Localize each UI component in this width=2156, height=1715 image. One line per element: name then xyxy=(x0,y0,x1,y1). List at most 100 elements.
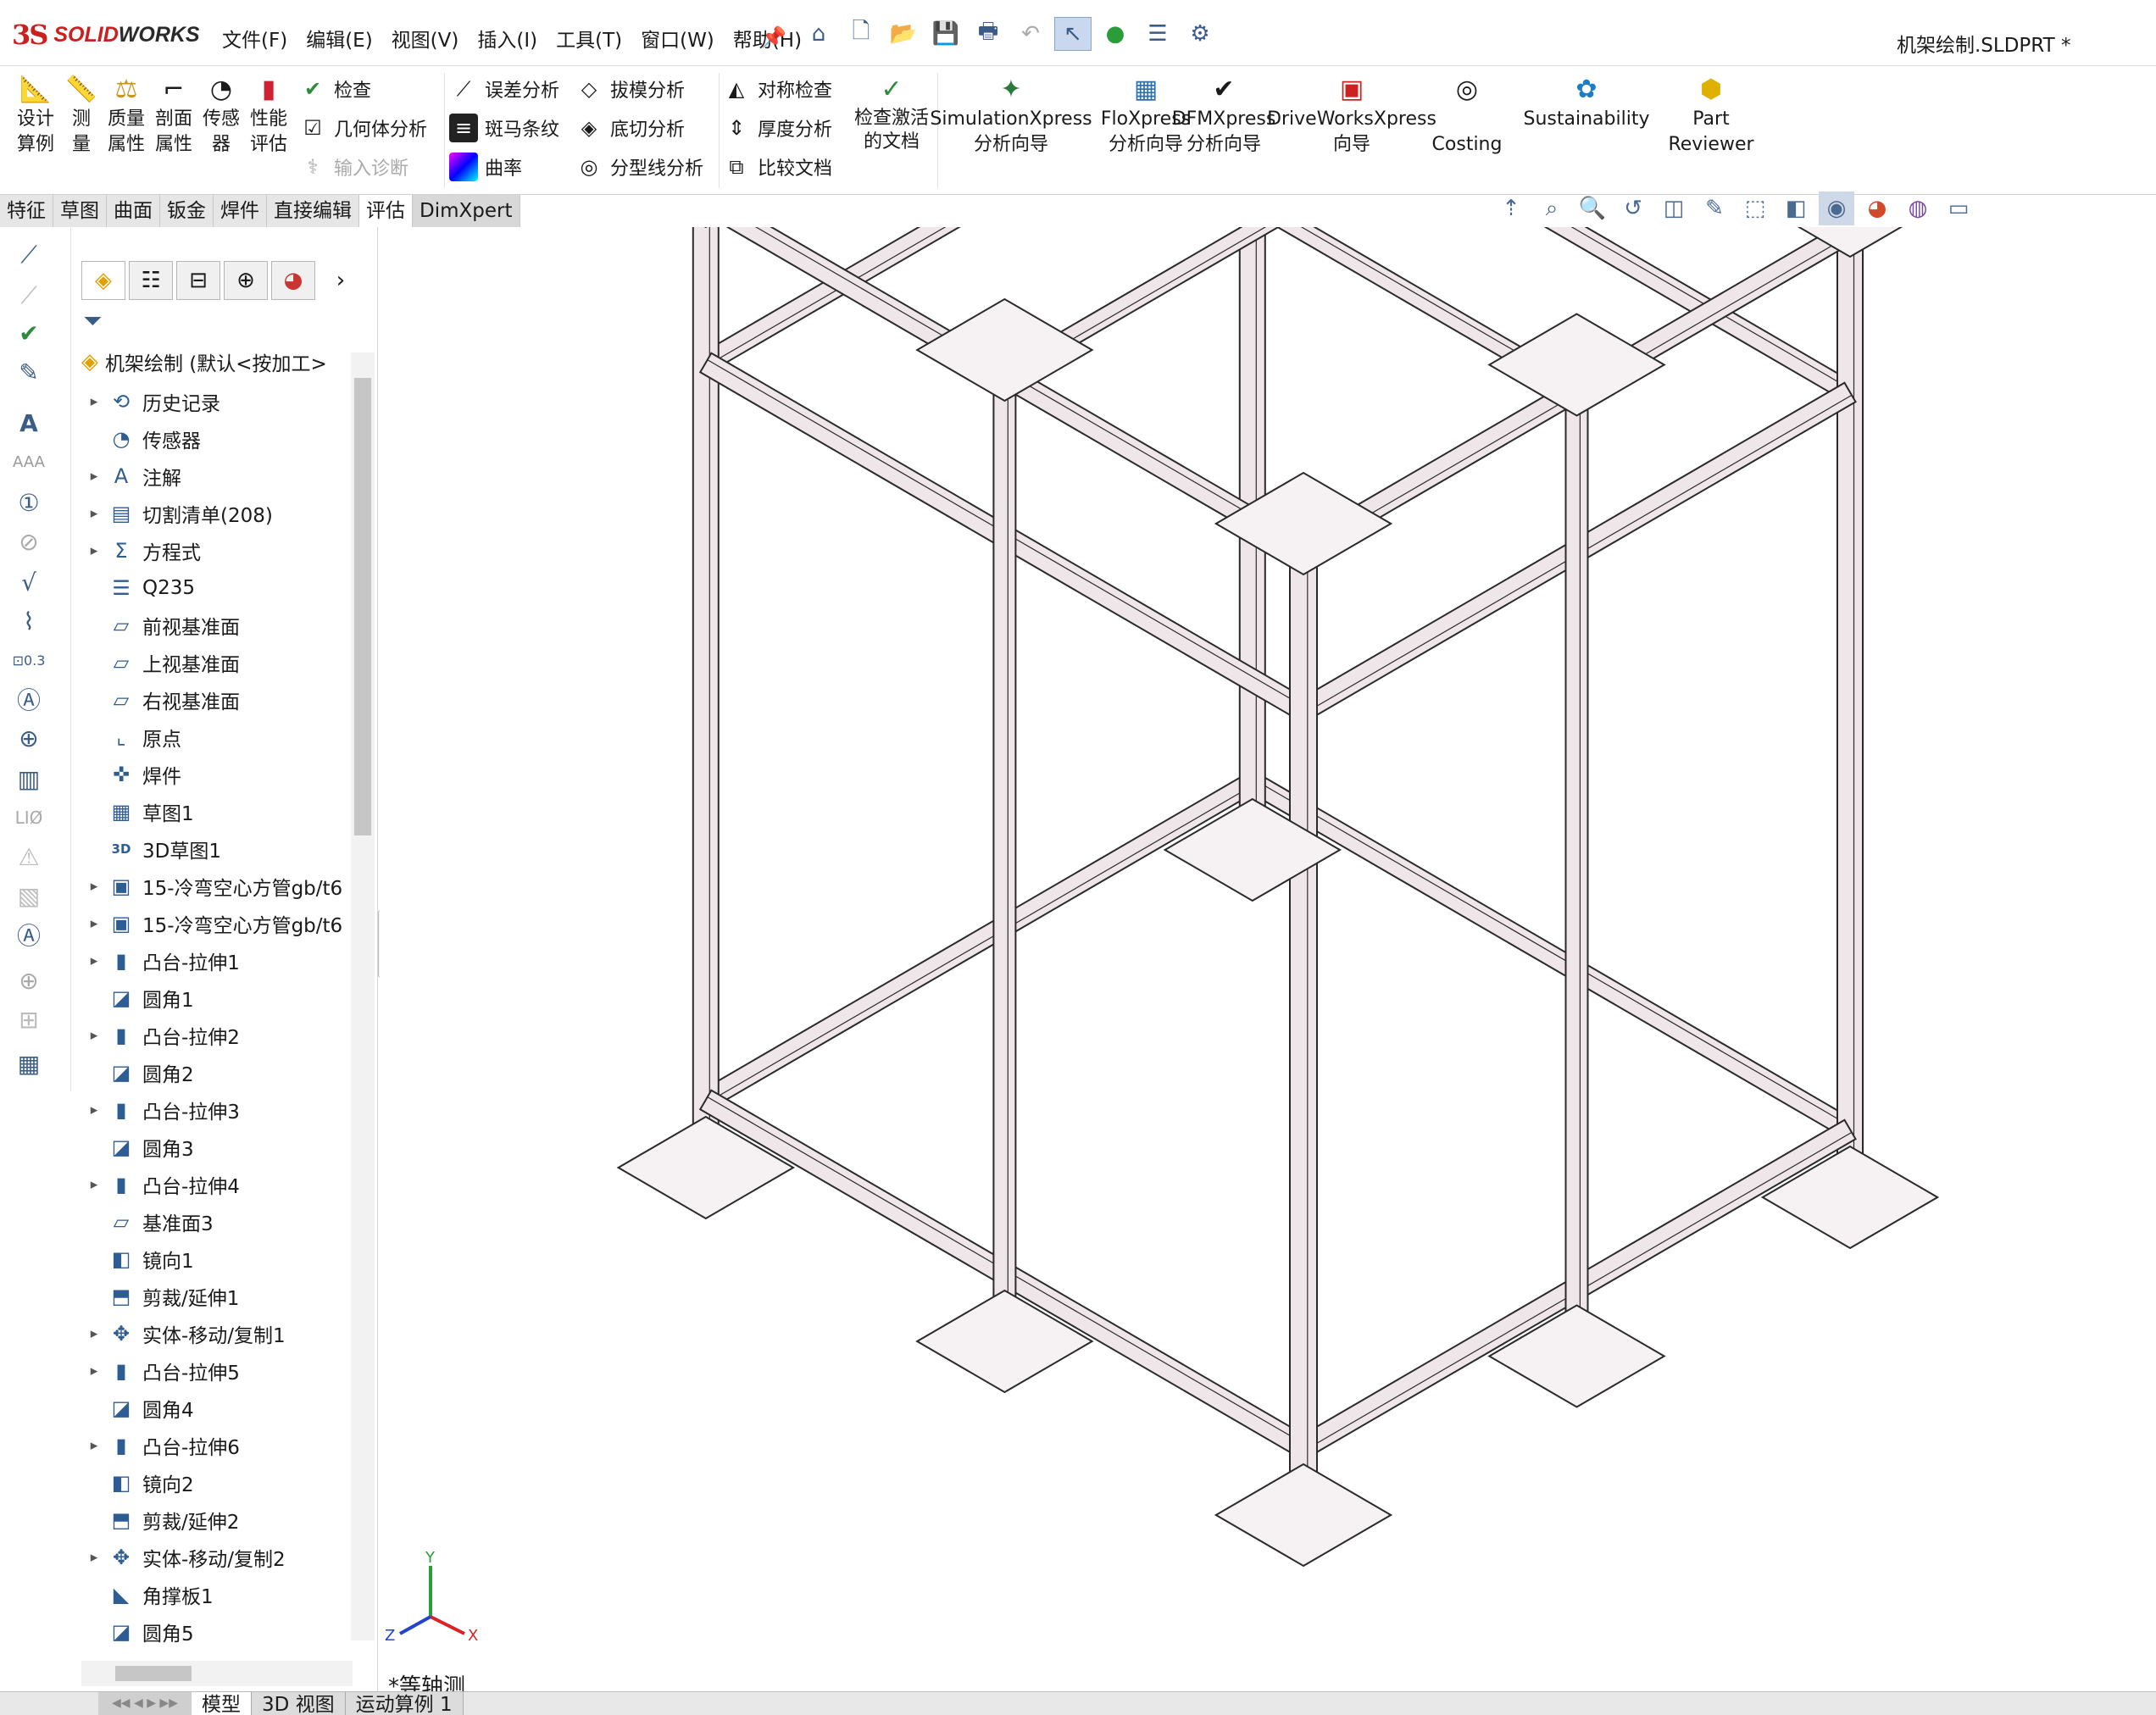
tab-motion-study[interactable]: 运动算例 1 xyxy=(345,1692,464,1715)
beam-back-bottom-edge[interactable] xyxy=(707,784,1254,1103)
view-settings-icon[interactable]: ▭ xyxy=(1941,191,1976,225)
beam-top-cross-edge[interactable] xyxy=(1005,227,1553,379)
undo-icon[interactable]: ↶ xyxy=(1012,17,1049,51)
top-plate[interactable] xyxy=(1487,313,1666,417)
tree-item[interactable]: ◧ 镜向1 xyxy=(81,1240,194,1278)
tree-item[interactable]: ◧ 镜向2 xyxy=(81,1464,194,1501)
check-button[interactable]: ✔ 检查 xyxy=(298,73,371,105)
tree-item[interactable]: ▸ ▮ 凸台-拉伸5 xyxy=(81,1352,240,1390)
note-icon[interactable]: A xyxy=(8,405,49,441)
datum-target-icon[interactable]: ⊕ xyxy=(8,720,49,756)
home-icon[interactable]: ⌂ xyxy=(800,17,837,51)
weld-symbol-icon[interactable]: ⌇ xyxy=(8,603,49,639)
save-icon[interactable]: 💾 xyxy=(927,17,964,51)
tab-sketch[interactable]: 草图 xyxy=(53,195,107,227)
tree-item[interactable]: ⬒ 剪裁/延伸2 xyxy=(81,1501,240,1539)
top-plate[interactable] xyxy=(915,297,1094,402)
tree-root[interactable]: ◈ 机架绘制 (默认<按加工> xyxy=(81,347,353,376)
tree-item[interactable]: ◣ 角撑板1 xyxy=(81,1576,214,1613)
tree-item[interactable]: ◪ 圆角2 xyxy=(81,1054,194,1091)
tree-item[interactable]: ◪ 圆角1 xyxy=(81,980,194,1017)
print-icon[interactable]: 🖶 xyxy=(970,17,1007,51)
expand-arrow-icon[interactable]: ▸ xyxy=(81,1176,107,1193)
post-B[interactable] xyxy=(1836,227,1864,1173)
tree-item[interactable]: ▸ Σ 方程式 xyxy=(81,532,201,569)
tab-evaluate[interactable]: 评估 xyxy=(359,195,413,227)
tree-horizontal-scrollbar[interactable] xyxy=(81,1661,353,1686)
expand-arrow-icon[interactable]: ▸ xyxy=(81,1027,107,1044)
tab-weldments[interactable]: 焊件 xyxy=(214,195,267,227)
tree-item[interactable]: ☰ Q235 xyxy=(81,569,195,607)
expand-arrow-icon[interactable]: ▸ xyxy=(81,952,107,969)
tree-item[interactable]: ⬒ 剪裁/延伸1 xyxy=(81,1278,240,1315)
tab-model[interactable]: 模型 xyxy=(192,1692,252,1715)
post-front-middle[interactable] xyxy=(1564,389,1589,1332)
simulationxpress-button[interactable]: ✦ SimulationXpress 分析向导 xyxy=(930,73,1092,158)
menu-tools[interactable]: 工具(T) xyxy=(553,22,625,54)
top-plate[interactable] xyxy=(1763,227,1937,258)
undercut-analysis-button[interactable]: ◈ 底切分析 xyxy=(575,112,685,144)
expand-arrow-icon[interactable]: ▸ xyxy=(81,915,107,932)
draft-analysis-button[interactable]: ◇ 拔模分析 xyxy=(575,73,685,105)
expand-arrow-icon[interactable]: ▸ xyxy=(81,1549,107,1566)
expand-arrow-icon[interactable]: ▸ xyxy=(81,878,107,895)
previous-view-icon[interactable]: ↺ xyxy=(1615,191,1651,225)
section-properties-button[interactable]: ⌐ 剖面 属性 xyxy=(151,73,197,158)
format-painter-icon[interactable]: ✎ xyxy=(8,354,49,390)
tree-item[interactable]: ▦ 草图1 xyxy=(81,793,194,830)
dimxpert-manager-tab-icon[interactable]: ⊕ xyxy=(224,261,268,300)
tree-item[interactable]: ◔ 传感器 xyxy=(81,420,201,458)
filter-icon[interactable]: ⏷ xyxy=(83,307,108,336)
menu-edit[interactable]: 编辑(E) xyxy=(303,22,375,54)
tree-item[interactable]: ▸ ✥ 实体-移动/复制2 xyxy=(81,1539,286,1576)
triad-x-axis[interactable] xyxy=(430,1615,465,1635)
view-selector-icon[interactable]: ⬚ xyxy=(1737,191,1773,225)
expand-arrow-icon[interactable]: ▸ xyxy=(81,505,107,522)
select-icon[interactable]: ↖ xyxy=(1054,17,1092,51)
menu-file[interactable]: 文件(F) xyxy=(219,22,291,54)
tree-item[interactable]: ▸ ⟲ 历史记录 xyxy=(81,383,220,420)
display-manager-tab-icon[interactable]: ◕ xyxy=(271,261,315,300)
apply-scene-icon[interactable]: ◍ xyxy=(1900,191,1936,225)
tree-item[interactable]: ▸ ▮ 凸台-拉伸4 xyxy=(81,1166,240,1203)
check-active-document-button[interactable]: ✓ 检查激活 的文档 xyxy=(851,73,932,154)
view-orientation-icon[interactable]: ⇡ xyxy=(1493,191,1529,225)
expand-arrow-icon[interactable]: ▸ xyxy=(81,542,107,559)
menu-window[interactable]: 窗口(W) xyxy=(637,22,718,54)
tree-item[interactable]: ▱ 右视基准面 xyxy=(81,681,240,719)
tree-item[interactable]: ▱ 前视基准面 xyxy=(81,607,240,644)
tree-item[interactable]: ◪ 圆角3 xyxy=(81,1129,194,1166)
zoom-to-fit-icon[interactable]: ⌕ xyxy=(1534,191,1570,225)
post-A[interactable] xyxy=(1289,531,1318,1490)
tree-item[interactable]: ▸ ▮ 凸台-拉伸3 xyxy=(81,1091,240,1129)
surface-finish-icon[interactable]: √ xyxy=(8,564,49,600)
driveworksxpress-button[interactable]: ▣ DriveWorksXpress 向导 xyxy=(1267,73,1436,158)
post-left-middle[interactable] xyxy=(992,375,1017,1317)
hide-show-items-icon[interactable]: ◉ xyxy=(1819,191,1854,225)
hole-callout-icon[interactable]: ⊡0.3 xyxy=(8,642,49,678)
beam-top-center-edge[interactable] xyxy=(981,227,1579,389)
solidworks-logo[interactable]: 3S SOLIDWORKS xyxy=(12,15,202,54)
configuration-manager-tab-icon[interactable]: ⊟ xyxy=(176,261,220,300)
options-list-icon[interactable]: ☰ xyxy=(1139,17,1176,51)
tree-item[interactable]: ⌞ 原点 xyxy=(81,719,181,756)
tree-item[interactable]: ✜ 焊件 xyxy=(81,756,181,793)
deviation-analysis-button[interactable]: ⟋ 误差分析 xyxy=(449,73,559,105)
tree-item[interactable]: ▸ ▮ 凸台-拉伸2 xyxy=(81,1017,240,1054)
linear-note-pattern-icon[interactable]: AAA xyxy=(8,444,49,480)
beam-top-center[interactable] xyxy=(975,227,1583,400)
menu-view[interactable]: 视图(V) xyxy=(388,22,463,54)
beam-top-cross[interactable] xyxy=(998,227,1556,385)
expand-arrow-icon[interactable]: ▸ xyxy=(81,1437,107,1454)
feature-manager-tab-icon[interactable]: ◈ xyxy=(81,261,125,300)
zebra-stripes-button[interactable]: ≡ 斑马条纹 xyxy=(449,112,559,144)
mass-properties-button[interactable]: ⚖ 质量 属性 xyxy=(103,73,149,158)
sustainability-button[interactable]: ✿ Sustainability xyxy=(1524,73,1650,132)
tab-navigation-arrows[interactable]: ◀◀ ◀ ▶ ▶▶ xyxy=(98,1692,192,1715)
tab-features[interactable]: 特征 xyxy=(0,195,53,227)
panel-expand-chevron-icon[interactable]: › xyxy=(319,261,363,300)
tab-dimxpert[interactable]: DimXpert xyxy=(413,195,520,227)
beam-right-bottom-edge[interactable] xyxy=(1253,779,1853,1128)
tree-item[interactable]: ▱ 上视基准面 xyxy=(81,644,240,681)
balloon-icon[interactable]: ① xyxy=(8,485,49,520)
